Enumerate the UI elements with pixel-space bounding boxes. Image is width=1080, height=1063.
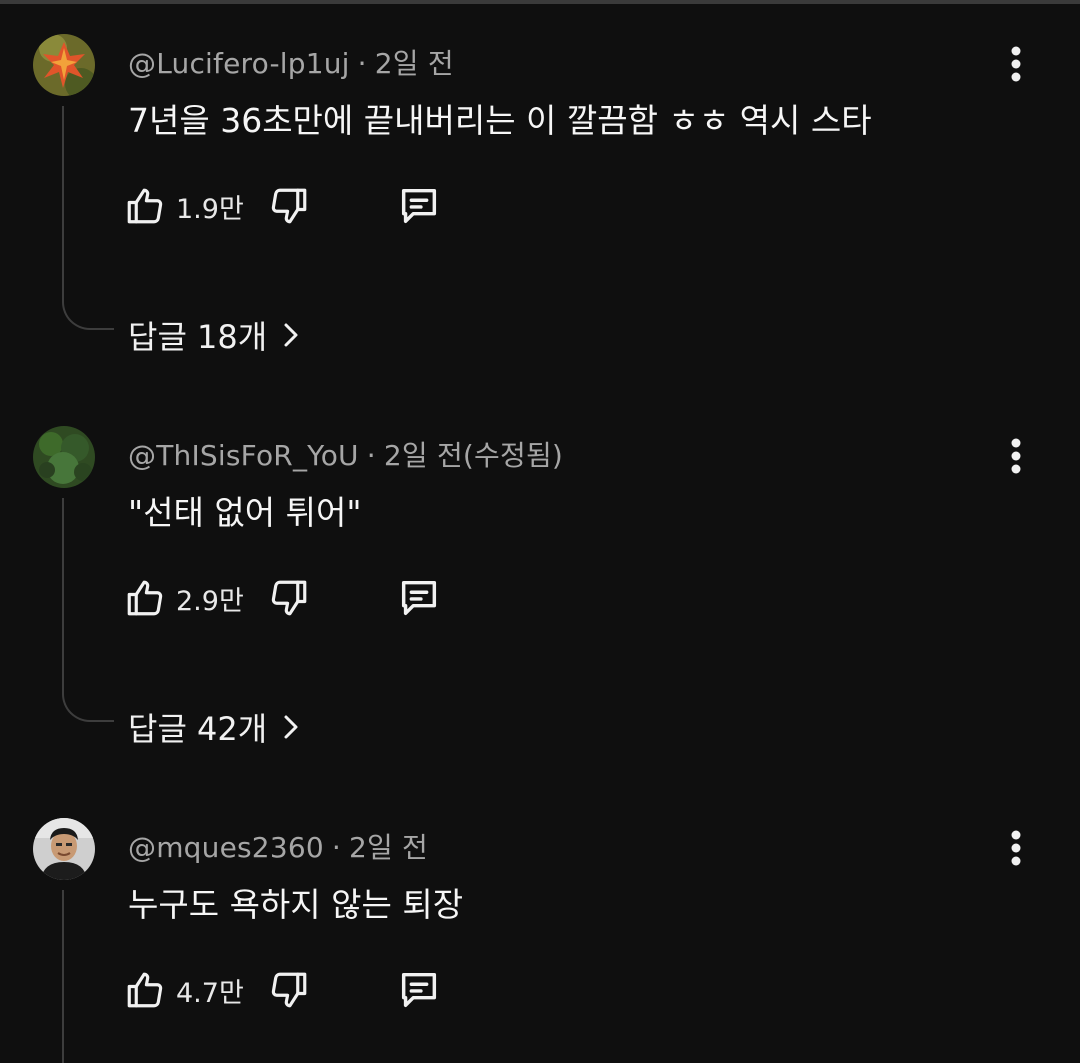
thumbs-down-icon xyxy=(271,972,307,1008)
thread-line xyxy=(62,890,64,1063)
avatar[interactable] xyxy=(33,818,95,880)
author-name[interactable]: @ThISisFoR_YoU xyxy=(128,439,359,472)
more-vertical-icon xyxy=(1011,438,1021,474)
like-button[interactable]: 1.9만 xyxy=(124,185,268,227)
thread-line xyxy=(62,498,64,690)
comment-actions: 2.9만 xyxy=(124,574,442,622)
comment-text: 누구도 욕하지 않는 퇴장 xyxy=(128,885,464,924)
avatar[interactable] xyxy=(33,34,95,96)
thread-line xyxy=(62,106,64,298)
top-divider xyxy=(0,0,1080,4)
meta-separator: · xyxy=(357,47,367,80)
chevron-right-icon xyxy=(284,323,298,347)
dislike-button[interactable] xyxy=(268,577,310,619)
more-options-button[interactable] xyxy=(996,42,1036,86)
view-replies-link[interactable]: 답글 42개 xyxy=(128,704,299,750)
thread-connector xyxy=(62,296,114,330)
dislike-button[interactable] xyxy=(268,969,310,1011)
comment-reply-icon xyxy=(401,188,436,224)
more-vertical-icon xyxy=(1011,46,1021,82)
chevron-right-icon xyxy=(284,715,298,739)
comment-actions: 1.9만 xyxy=(124,182,442,230)
comment-text: 7년을 36초만에 끝내버리는 이 깔끔함 ㅎㅎ 역시 스타 xyxy=(128,101,872,140)
thread-connector xyxy=(62,688,114,722)
like-count: 4.7만 xyxy=(176,977,244,1009)
comment-time: 2일 전 xyxy=(348,831,429,864)
meta-separator: · xyxy=(331,831,341,864)
thumbs-up-icon xyxy=(127,972,163,1008)
comment-time: 2일 전 xyxy=(374,47,454,80)
comment-meta: @Lucifero-lp1uj · 2일 전 xyxy=(128,42,454,82)
thumbs-down-icon xyxy=(271,580,307,616)
reply-button[interactable] xyxy=(396,575,442,621)
reply-button[interactable] xyxy=(396,967,442,1013)
like-count: 1.9만 xyxy=(176,193,244,225)
view-replies-link[interactable]: 답글 18개 xyxy=(128,312,299,358)
reply-button[interactable] xyxy=(396,183,442,229)
more-options-button[interactable] xyxy=(996,826,1036,870)
avatar[interactable] xyxy=(33,426,95,488)
more-options-button[interactable] xyxy=(996,434,1036,478)
comment-actions: 4.7만 xyxy=(124,966,442,1014)
meta-separator: · xyxy=(366,439,376,472)
comment-reply-icon xyxy=(401,972,436,1008)
comment-text: "선태 없어 튀어" xyxy=(128,493,362,532)
more-vertical-icon xyxy=(1011,830,1021,866)
like-count: 2.9만 xyxy=(176,585,244,617)
thumbs-up-icon xyxy=(127,188,163,224)
comment-meta: @ThISisFoR_YoU · 2일 전(수정됨) xyxy=(128,434,563,474)
author-name[interactable]: @mques2360 xyxy=(128,831,324,864)
thumbs-up-icon xyxy=(127,580,163,616)
thumbs-down-icon xyxy=(271,188,307,224)
comment-reply-icon xyxy=(401,580,436,616)
replies-count-label: 답글 18개 xyxy=(128,318,268,356)
like-button[interactable]: 4.7만 xyxy=(124,969,268,1011)
replies-count-label: 답글 42개 xyxy=(128,710,268,748)
comment-meta: @mques2360 · 2일 전 xyxy=(128,826,428,866)
dislike-button[interactable] xyxy=(268,185,310,227)
author-name[interactable]: @Lucifero-lp1uj xyxy=(128,47,350,80)
like-button[interactable]: 2.9만 xyxy=(124,577,268,619)
comment-time: 2일 전(수정됨) xyxy=(383,439,564,472)
